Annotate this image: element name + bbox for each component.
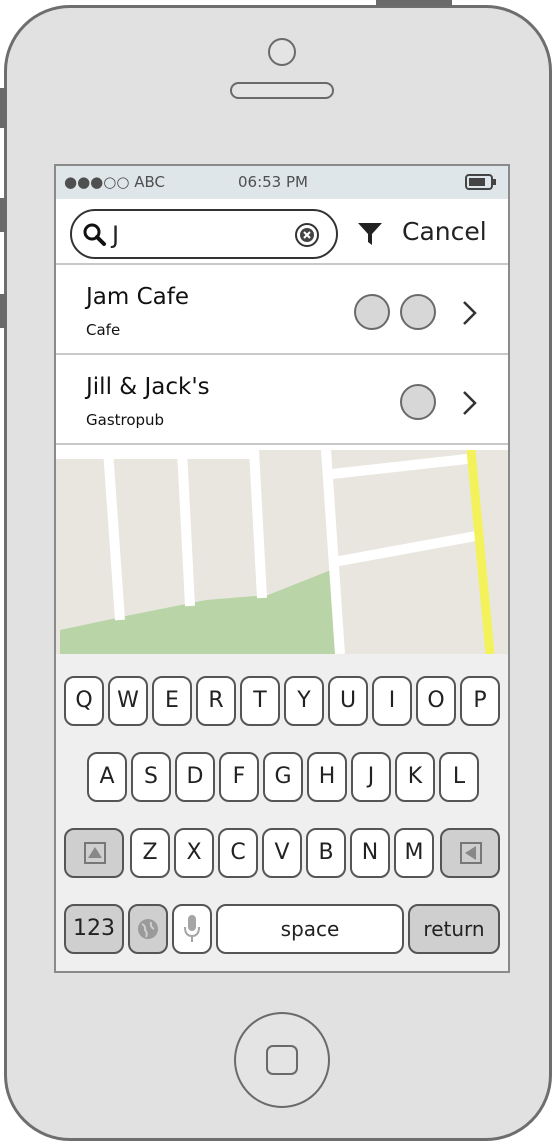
space-key[interactable]: space <box>216 904 404 954</box>
key-a[interactable]: A <box>87 752 127 802</box>
key-i[interactable]: I <box>372 676 412 726</box>
earpiece-speaker <box>230 82 334 99</box>
filter-icon[interactable] <box>356 220 384 248</box>
globe-icon <box>138 919 158 939</box>
backspace-key[interactable] <box>440 828 500 878</box>
numbers-key[interactable]: 123 <box>64 904 124 954</box>
key-b[interactable]: B <box>306 828 346 878</box>
search-input-value: J <box>112 221 120 249</box>
list-item-subtitle: Gastropub <box>86 411 165 429</box>
key-z[interactable]: Z <box>130 828 170 878</box>
chevron-right-icon <box>463 301 477 325</box>
list-item-jam-cafe[interactable]: Jam Cafe Cafe <box>56 267 508 355</box>
key-k[interactable]: K <box>395 752 435 802</box>
status-dot <box>354 294 390 330</box>
key-u[interactable]: U <box>328 676 368 726</box>
screen: ●●●○○ ABC 06:53 PM J Cancel Jam Cafe Caf… <box>54 164 510 973</box>
battery-icon <box>465 174 496 190</box>
front-camera <box>268 38 296 66</box>
carrier-signal: ●●●○○ ABC <box>64 173 165 191</box>
key-p[interactable]: P <box>460 676 500 726</box>
key-j[interactable]: J <box>351 752 391 802</box>
volume-up-button <box>0 198 6 232</box>
key-y[interactable]: Y <box>284 676 324 726</box>
key-m[interactable]: M <box>394 828 434 878</box>
shift-key[interactable] <box>64 828 124 878</box>
key-s[interactable]: S <box>131 752 171 802</box>
key-g[interactable]: G <box>263 752 303 802</box>
key-h[interactable]: H <box>307 752 347 802</box>
key-t[interactable]: T <box>240 676 280 726</box>
list-item-jill-and-jacks[interactable]: Jill & Jack's Gastropub <box>56 357 508 445</box>
key-o[interactable]: O <box>416 676 456 726</box>
home-button-icon <box>266 1045 298 1075</box>
microphone-icon <box>184 915 200 942</box>
search-icon <box>83 223 106 246</box>
key-q[interactable]: Q <box>64 676 104 726</box>
key-e[interactable]: E <box>152 676 192 726</box>
key-f[interactable]: F <box>219 752 259 802</box>
shift-icon <box>84 842 106 864</box>
cancel-button[interactable]: Cancel <box>402 217 487 247</box>
status-bar: ●●●○○ ABC 06:53 PM <box>56 166 508 199</box>
return-key[interactable]: return <box>408 904 500 954</box>
status-dot <box>400 384 436 420</box>
search-input[interactable]: J <box>70 209 338 259</box>
list-item-title: Jill & Jack's <box>86 374 210 400</box>
list-item-subtitle: Cafe <box>86 321 121 339</box>
key-x[interactable]: X <box>174 828 214 878</box>
key-l[interactable]: L <box>439 752 479 802</box>
clear-icon[interactable] <box>294 222 320 248</box>
key-v[interactable]: V <box>262 828 302 878</box>
map-tiles <box>56 450 508 654</box>
list-item-title: Jam Cafe <box>86 284 189 310</box>
volume-down-button <box>0 294 6 328</box>
status-dot <box>400 294 436 330</box>
backspace-icon <box>460 842 482 864</box>
status-time: 06:53 PM <box>238 173 308 191</box>
search-bar-row: J Cancel <box>56 199 508 265</box>
key-c[interactable]: C <box>218 828 258 878</box>
microphone-key[interactable] <box>172 904 212 954</box>
map-view[interactable] <box>56 450 508 654</box>
power-button <box>376 0 452 6</box>
mute-switch <box>0 88 6 128</box>
globe-key[interactable] <box>128 904 168 954</box>
key-w[interactable]: W <box>108 676 148 726</box>
keyboard: QWERTYUIOP ASDFGHJKL ZXCVBNM 123 space r… <box>56 654 508 971</box>
key-d[interactable]: D <box>175 752 215 802</box>
chevron-right-icon <box>463 391 477 415</box>
key-n[interactable]: N <box>350 828 390 878</box>
key-r[interactable]: R <box>196 676 236 726</box>
